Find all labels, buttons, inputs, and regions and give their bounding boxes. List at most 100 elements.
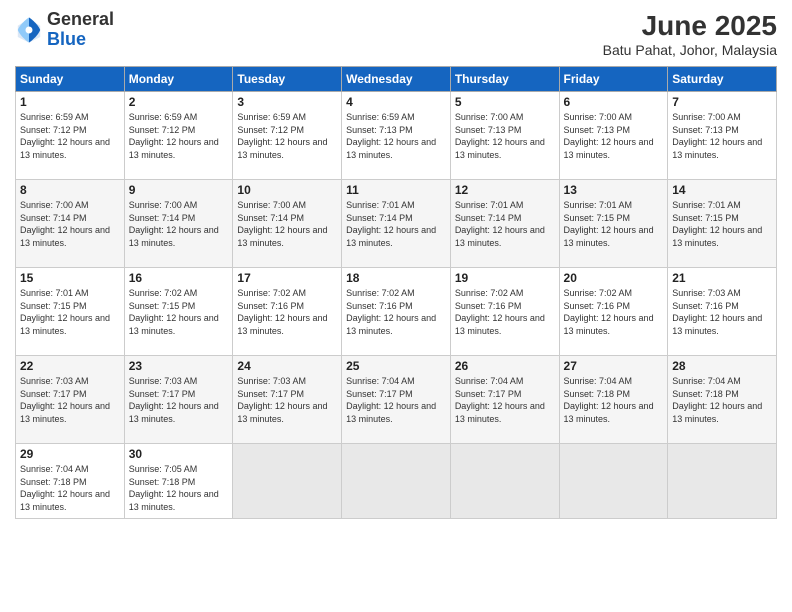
table-row: 13 Sunrise: 7:01 AMSunset: 7:15 PMDaylig… [559,180,668,268]
day-number: 27 [564,359,664,373]
table-row: 2 Sunrise: 6:59 AMSunset: 7:12 PMDayligh… [124,92,233,180]
col-thursday: Thursday [450,67,559,92]
col-monday: Monday [124,67,233,92]
table-row [450,444,559,519]
calendar-title: June 2025 [603,10,777,42]
table-row: 18 Sunrise: 7:02 AMSunset: 7:16 PMDaylig… [342,268,451,356]
table-row: 30 Sunrise: 7:05 AMSunset: 7:18 PMDaylig… [124,444,233,519]
title-block: June 2025 Batu Pahat, Johor, Malaysia [603,10,777,58]
day-info: Sunrise: 7:01 AMSunset: 7:15 PMDaylight:… [20,288,110,336]
header-row: Sunday Monday Tuesday Wednesday Thursday… [16,67,777,92]
day-info: Sunrise: 7:05 AMSunset: 7:18 PMDaylight:… [129,464,219,512]
header: General Blue June 2025 Batu Pahat, Johor… [15,10,777,58]
table-row: 14 Sunrise: 7:01 AMSunset: 7:15 PMDaylig… [668,180,777,268]
day-info: Sunrise: 7:03 AMSunset: 7:17 PMDaylight:… [129,376,219,424]
col-saturday: Saturday [668,67,777,92]
day-number: 1 [20,95,120,109]
table-row [233,444,342,519]
day-info: Sunrise: 7:04 AMSunset: 7:18 PMDaylight:… [20,464,110,512]
day-number: 19 [455,271,555,285]
logo-blue: Blue [47,30,114,50]
day-number: 12 [455,183,555,197]
table-row: 7 Sunrise: 7:00 AMSunset: 7:13 PMDayligh… [668,92,777,180]
day-number: 26 [455,359,555,373]
table-row: 1 Sunrise: 6:59 AMSunset: 7:12 PMDayligh… [16,92,125,180]
day-info: Sunrise: 7:01 AMSunset: 7:14 PMDaylight:… [346,200,436,248]
table-row: 17 Sunrise: 7:02 AMSunset: 7:16 PMDaylig… [233,268,342,356]
table-row: 5 Sunrise: 7:00 AMSunset: 7:13 PMDayligh… [450,92,559,180]
day-info: Sunrise: 7:04 AMSunset: 7:17 PMDaylight:… [455,376,545,424]
table-row: 10 Sunrise: 7:00 AMSunset: 7:14 PMDaylig… [233,180,342,268]
day-number: 3 [237,95,337,109]
day-info: Sunrise: 7:00 AMSunset: 7:14 PMDaylight:… [237,200,327,248]
day-info: Sunrise: 7:02 AMSunset: 7:16 PMDaylight:… [564,288,654,336]
day-number: 30 [129,447,229,461]
day-info: Sunrise: 6:59 AMSunset: 7:12 PMDaylight:… [237,112,327,160]
day-number: 25 [346,359,446,373]
day-info: Sunrise: 7:03 AMSunset: 7:16 PMDaylight:… [672,288,762,336]
table-row: 6 Sunrise: 7:00 AMSunset: 7:13 PMDayligh… [559,92,668,180]
day-number: 5 [455,95,555,109]
table-row: 11 Sunrise: 7:01 AMSunset: 7:14 PMDaylig… [342,180,451,268]
day-info: Sunrise: 7:01 AMSunset: 7:15 PMDaylight:… [672,200,762,248]
day-info: Sunrise: 7:04 AMSunset: 7:18 PMDaylight:… [672,376,762,424]
col-tuesday: Tuesday [233,67,342,92]
day-info: Sunrise: 7:02 AMSunset: 7:15 PMDaylight:… [129,288,219,336]
table-row: 26 Sunrise: 7:04 AMSunset: 7:17 PMDaylig… [450,356,559,444]
day-info: Sunrise: 7:04 AMSunset: 7:17 PMDaylight:… [346,376,436,424]
table-row: 15 Sunrise: 7:01 AMSunset: 7:15 PMDaylig… [16,268,125,356]
day-number: 29 [20,447,120,461]
day-info: Sunrise: 7:03 AMSunset: 7:17 PMDaylight:… [237,376,327,424]
day-info: Sunrise: 7:00 AMSunset: 7:13 PMDaylight:… [564,112,654,160]
day-info: Sunrise: 7:00 AMSunset: 7:13 PMDaylight:… [455,112,545,160]
day-number: 20 [564,271,664,285]
day-number: 18 [346,271,446,285]
day-info: Sunrise: 6:59 AMSunset: 7:12 PMDaylight:… [129,112,219,160]
table-row: 19 Sunrise: 7:02 AMSunset: 7:16 PMDaylig… [450,268,559,356]
day-info: Sunrise: 6:59 AMSunset: 7:13 PMDaylight:… [346,112,436,160]
day-number: 4 [346,95,446,109]
day-number: 24 [237,359,337,373]
day-info: Sunrise: 7:01 AMSunset: 7:15 PMDaylight:… [564,200,654,248]
day-info: Sunrise: 7:00 AMSunset: 7:13 PMDaylight:… [672,112,762,160]
day-number: 6 [564,95,664,109]
day-info: Sunrise: 6:59 AMSunset: 7:12 PMDaylight:… [20,112,110,160]
day-number: 10 [237,183,337,197]
page: General Blue June 2025 Batu Pahat, Johor… [0,0,792,612]
table-row: 12 Sunrise: 7:01 AMSunset: 7:14 PMDaylig… [450,180,559,268]
day-info: Sunrise: 7:00 AMSunset: 7:14 PMDaylight:… [129,200,219,248]
day-number: 28 [672,359,772,373]
col-sunday: Sunday [16,67,125,92]
day-info: Sunrise: 7:03 AMSunset: 7:17 PMDaylight:… [20,376,110,424]
day-info: Sunrise: 7:02 AMSunset: 7:16 PMDaylight:… [237,288,327,336]
day-number: 13 [564,183,664,197]
table-row: 4 Sunrise: 6:59 AMSunset: 7:13 PMDayligh… [342,92,451,180]
day-number: 23 [129,359,229,373]
table-row: 29 Sunrise: 7:04 AMSunset: 7:18 PMDaylig… [16,444,125,519]
table-row: 22 Sunrise: 7:03 AMSunset: 7:17 PMDaylig… [16,356,125,444]
logo-general: General [47,10,114,30]
day-number: 21 [672,271,772,285]
day-info: Sunrise: 7:00 AMSunset: 7:14 PMDaylight:… [20,200,110,248]
table-row: 23 Sunrise: 7:03 AMSunset: 7:17 PMDaylig… [124,356,233,444]
day-info: Sunrise: 7:02 AMSunset: 7:16 PMDaylight:… [455,288,545,336]
col-wednesday: Wednesday [342,67,451,92]
day-number: 22 [20,359,120,373]
day-number: 15 [20,271,120,285]
table-row [668,444,777,519]
col-friday: Friday [559,67,668,92]
day-info: Sunrise: 7:04 AMSunset: 7:18 PMDaylight:… [564,376,654,424]
day-number: 2 [129,95,229,109]
logo-text: General Blue [47,10,114,50]
day-number: 17 [237,271,337,285]
table-row: 21 Sunrise: 7:03 AMSunset: 7:16 PMDaylig… [668,268,777,356]
day-info: Sunrise: 7:01 AMSunset: 7:14 PMDaylight:… [455,200,545,248]
day-number: 7 [672,95,772,109]
table-row: 25 Sunrise: 7:04 AMSunset: 7:17 PMDaylig… [342,356,451,444]
table-row: 24 Sunrise: 7:03 AMSunset: 7:17 PMDaylig… [233,356,342,444]
table-row: 27 Sunrise: 7:04 AMSunset: 7:18 PMDaylig… [559,356,668,444]
table-row: 9 Sunrise: 7:00 AMSunset: 7:14 PMDayligh… [124,180,233,268]
day-number: 8 [20,183,120,197]
table-row: 16 Sunrise: 7:02 AMSunset: 7:15 PMDaylig… [124,268,233,356]
calendar-table: Sunday Monday Tuesday Wednesday Thursday… [15,66,777,519]
